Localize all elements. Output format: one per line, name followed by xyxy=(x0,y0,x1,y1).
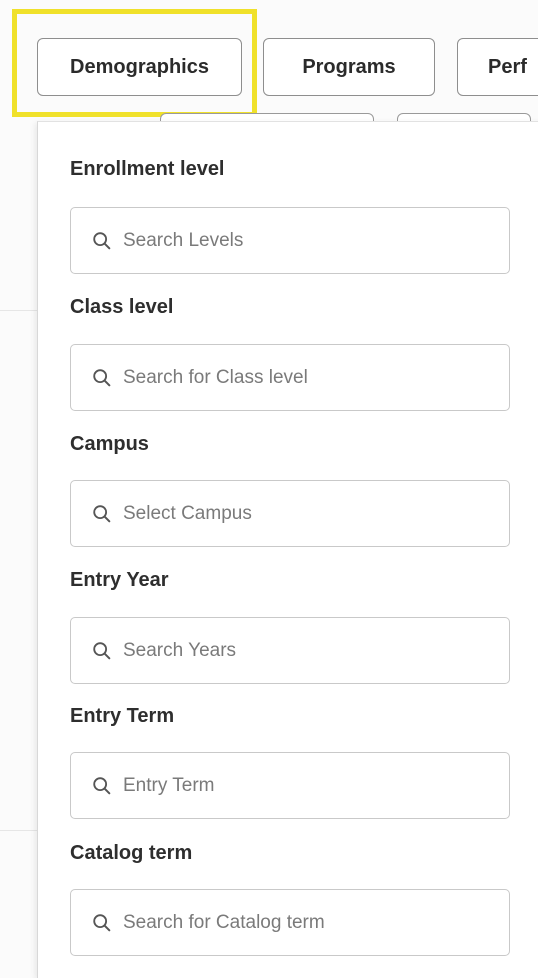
campus-search[interactable] xyxy=(70,480,510,547)
campus-label: Campus xyxy=(70,433,149,455)
catalog-term-label: Catalog term xyxy=(70,842,193,864)
enrollment-level-search[interactable] xyxy=(70,207,510,274)
tab-programs[interactable]: Programs xyxy=(263,38,435,96)
search-icon xyxy=(93,913,111,931)
search-icon xyxy=(93,368,111,386)
tab-performance[interactable]: Perf xyxy=(457,38,538,96)
entry-year-search[interactable] xyxy=(70,617,510,684)
search-icon xyxy=(93,231,111,249)
search-icon xyxy=(93,776,111,794)
class-level-label: Class level xyxy=(70,296,174,318)
background-divider xyxy=(0,310,37,311)
entry-year-input[interactable] xyxy=(123,639,503,662)
tab-demographics[interactable]: Demographics xyxy=(37,38,242,96)
search-icon xyxy=(93,504,111,522)
catalog-term-input[interactable] xyxy=(123,911,503,934)
class-level-input[interactable] xyxy=(123,366,503,389)
background-divider xyxy=(0,830,37,831)
entry-term-input[interactable] xyxy=(123,774,503,797)
class-level-search[interactable] xyxy=(70,344,510,411)
enrollment-level-label: Enrollment level xyxy=(70,158,225,180)
page: Demographics Programs Perf Enrollment le… xyxy=(0,0,538,978)
catalog-term-search[interactable] xyxy=(70,889,510,956)
entry-term-search[interactable] xyxy=(70,752,510,819)
entry-year-label: Entry Year xyxy=(70,569,169,591)
search-icon xyxy=(93,641,111,659)
enrollment-level-input[interactable] xyxy=(123,229,503,252)
entry-term-label: Entry Term xyxy=(70,705,175,727)
campus-input[interactable] xyxy=(123,502,503,525)
demographics-filter-panel: Enrollment level Class level Campus Entr… xyxy=(37,121,538,978)
